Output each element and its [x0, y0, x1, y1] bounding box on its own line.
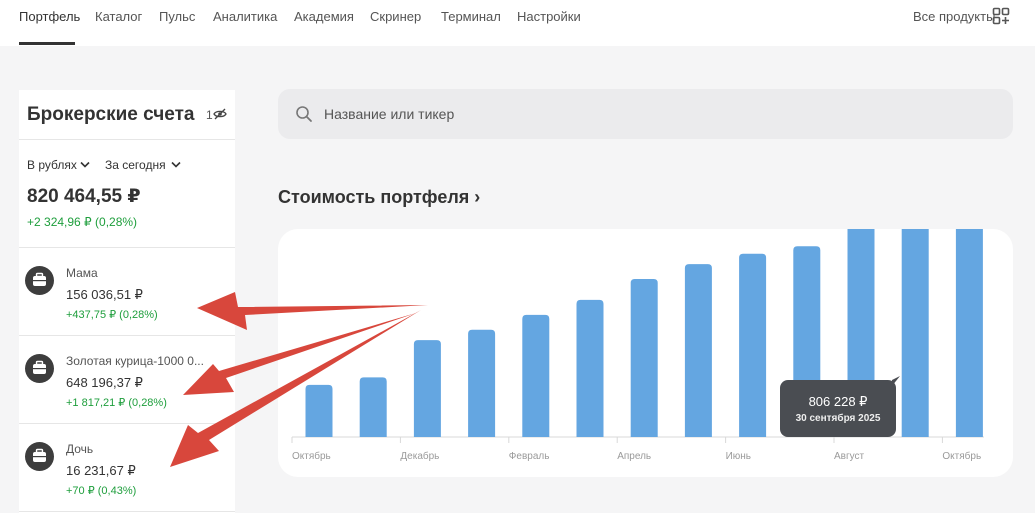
divider: [19, 139, 235, 140]
bar-chart: Октябрь Декабрь Февраль Апрель Июнь Август Окт…: [291, 229, 984, 462]
briefcase-icon: [25, 354, 54, 383]
account-name: Золотая курица-1000 0...: [66, 354, 204, 368]
tick-label-august: Август: [834, 451, 865, 462]
accounts-title: Брокерские счета: [27, 104, 195, 125]
total-portfolio-value: 820 464,55 ₽: [27, 186, 141, 207]
divider: [19, 247, 235, 248]
account-change: +1 817,21 ₽ (0,28%): [66, 397, 167, 409]
chart-bar[interactable]: [522, 314, 550, 437]
tooltip-date: 30 сентября 2025: [795, 413, 881, 424]
accounts-count: 1: [206, 108, 213, 122]
chevron-down-icon[interactable]: [80, 161, 90, 168]
chart-bar[interactable]: [305, 384, 333, 437]
account-value: 16 231,67 ₽: [66, 463, 136, 478]
chart-bar[interactable]: [684, 264, 712, 437]
nav-item-pulse[interactable]: Пульс: [159, 9, 195, 24]
account-change: +70 ₽ (0,43%): [66, 485, 137, 497]
top-navigation: Портфель Каталог Пульс Аналитика Академи…: [0, 0, 1035, 46]
nav-item-academy[interactable]: Академия: [294, 9, 354, 24]
portfolio-value-chart: Октябрь Декабрь Февраль Апрель Июнь Август Окт…: [278, 229, 1013, 477]
nav-item-screener[interactable]: Скринер: [370, 9, 421, 24]
all-products-link[interactable]: Все продукты: [913, 9, 995, 24]
chart-bar[interactable]: [739, 253, 767, 437]
active-tab-indicator: [19, 42, 75, 45]
chevron-down-icon[interactable]: [171, 161, 181, 168]
divider: [19, 511, 235, 512]
tooltip-value: 806 228 ₽: [808, 394, 868, 409]
nav-item-analytics[interactable]: Аналитика: [213, 9, 277, 24]
account-name: Мама: [66, 266, 98, 280]
chart-bar[interactable]: [955, 229, 983, 437]
tooltip-pointer: [892, 376, 900, 386]
briefcase-icon: [25, 266, 54, 295]
nav-item-settings[interactable]: Настройки: [517, 9, 581, 24]
chart-bar[interactable]: [630, 279, 658, 437]
account-item-golden-hen[interactable]: Золотая курица-1000 0... 648 196,37 ₽ +1…: [19, 354, 235, 442]
tick-label-february: Февраль: [509, 451, 550, 462]
search-input[interactable]: [324, 101, 984, 127]
chart-bar[interactable]: [413, 340, 441, 437]
tick-label-october: Октябрь: [292, 450, 331, 462]
apps-grid-icon[interactable]: [992, 7, 1010, 25]
chart-bar[interactable]: [576, 299, 604, 437]
tick-label-october-end: Октябрь: [942, 450, 981, 462]
account-value: 156 036,51 ₽: [66, 287, 143, 302]
chart-bar[interactable]: [901, 229, 929, 437]
tick-label-april: Апрель: [617, 451, 651, 462]
search-icon: [296, 106, 312, 122]
currency-dropdown[interactable]: В рублях: [27, 158, 77, 172]
period-dropdown[interactable]: За сегодня: [105, 158, 166, 172]
briefcase-icon: [25, 442, 54, 471]
tick-label-june: Июнь: [726, 451, 751, 462]
account-item-mama[interactable]: Мама 156 036,51 ₽ +437,75 ₽ (0,28%): [19, 266, 235, 354]
account-value: 648 196,37 ₽: [66, 375, 143, 390]
account-item-daughter[interactable]: Дочь 16 231,67 ₽ +70 ₽ (0,43%): [19, 442, 235, 513]
tick-label-december: Декабрь: [400, 450, 439, 462]
brokerage-accounts-panel: Брокерские счета 1 В рублях За сегодня 8…: [19, 90, 235, 513]
chart-bar[interactable]: [468, 329, 496, 437]
nav-item-terminal[interactable]: Терминал: [441, 9, 501, 24]
hide-balance-icon[interactable]: [213, 108, 227, 120]
account-change: +437,75 ₽ (0,28%): [66, 309, 158, 321]
total-daily-change: +2 324,96 ₽ (0,28%): [27, 215, 138, 229]
chart-bar[interactable]: [359, 377, 387, 437]
account-name: Дочь: [66, 442, 94, 456]
divider: [19, 423, 235, 424]
nav-item-catalog[interactable]: Каталог: [95, 9, 142, 24]
nav-item-portfolio[interactable]: Портфель: [19, 9, 80, 24]
search-bar[interactable]: [278, 89, 1013, 139]
divider: [19, 335, 235, 336]
chart-tooltip: 806 228 ₽ 30 сентября 2025: [780, 376, 900, 437]
portfolio-value-link[interactable]: Стоимость портфеля ›: [278, 187, 480, 208]
